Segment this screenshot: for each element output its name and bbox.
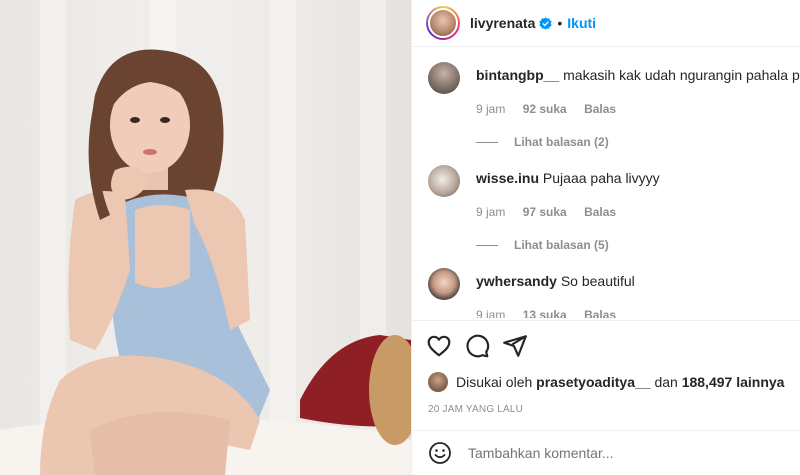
comment-text-line: ywhersandy So beautiful	[476, 273, 635, 289]
comment-meta: 9 jam 13 suka Balas	[476, 308, 630, 318]
view-replies-button[interactable]: Lihat balasan (5)	[476, 238, 609, 252]
verified-badge-icon	[539, 16, 553, 30]
comment-text: Pujaaa paha livyyy	[542, 170, 660, 186]
post-sidebar: livyrenata • Ikuti bintangbp__ makasih k…	[411, 0, 800, 475]
comment-likes[interactable]: 92 suka	[523, 102, 567, 116]
photo-illustration	[0, 49, 411, 475]
author-username[interactable]: livyrenata	[470, 15, 535, 31]
comment-text: So beautiful	[560, 273, 635, 289]
comment-likes[interactable]: 13 suka	[523, 308, 567, 318]
heart-icon[interactable]	[426, 333, 452, 359]
post-actions	[412, 320, 800, 372]
replies-divider	[476, 244, 498, 246]
comments-list[interactable]: bintangbp__ makasih kak udah ngurangin p…	[412, 56, 800, 318]
emoji-icon[interactable]	[428, 441, 452, 465]
comment-text-line: wisse.inu Pujaaa paha livyyy	[476, 170, 660, 186]
commenter-username[interactable]: bintangbp__	[476, 67, 559, 83]
commenter-username[interactable]: wisse.inu	[476, 170, 539, 186]
comment-likes[interactable]: 97 suka	[523, 205, 567, 219]
commenter-avatar[interactable]	[428, 165, 460, 197]
likes-summary: Disukai oleh prasetyoaditya__ dan 188,49…	[428, 372, 784, 392]
comment-meta: 9 jam 92 suka Balas	[476, 102, 630, 116]
comment-meta: 9 jam 97 suka Balas	[476, 205, 630, 219]
likes-middle: dan	[654, 374, 678, 390]
commenter-username[interactable]: ywhersandy	[476, 273, 557, 289]
header-separator: •	[557, 15, 563, 31]
post-header: livyrenata • Ikuti	[412, 0, 800, 47]
reply-button[interactable]: Balas	[584, 308, 616, 318]
likes-prefix: Disukai oleh	[456, 374, 533, 390]
replies-divider	[476, 141, 498, 143]
comment-icon[interactable]	[464, 333, 490, 359]
comment-text: makasih kak udah ngurangin pahala puasa	[563, 67, 800, 83]
comment-time[interactable]: 9 jam	[476, 308, 505, 318]
liker-username[interactable]: prasetyoaditya__	[536, 374, 650, 390]
commenter-avatar[interactable]	[428, 268, 460, 300]
post-timestamp[interactable]: 20 JAM YANG LALU	[428, 404, 523, 415]
reply-button[interactable]: Balas	[584, 102, 616, 116]
share-icon[interactable]	[502, 333, 528, 359]
post-photo[interactable]	[0, 0, 411, 475]
view-replies-label: Lihat balasan (5)	[514, 238, 609, 252]
follow-button[interactable]: Ikuti	[567, 15, 596, 31]
reply-button[interactable]: Balas	[584, 205, 616, 219]
comment-time[interactable]: 9 jam	[476, 205, 505, 219]
liker-avatar[interactable]	[428, 372, 448, 392]
view-replies-button[interactable]: Lihat balasan (2)	[476, 135, 609, 149]
comment-input[interactable]	[468, 445, 768, 461]
add-comment-bar	[412, 430, 800, 475]
view-replies-label: Lihat balasan (2)	[514, 135, 609, 149]
commenter-avatar[interactable]	[428, 62, 460, 94]
author-avatar[interactable]	[426, 6, 460, 40]
comment-time[interactable]: 9 jam	[476, 102, 505, 116]
likes-count[interactable]: 188,497 lainnya	[682, 374, 785, 390]
comment-text-line: bintangbp__ makasih kak udah ngurangin p…	[476, 67, 800, 83]
